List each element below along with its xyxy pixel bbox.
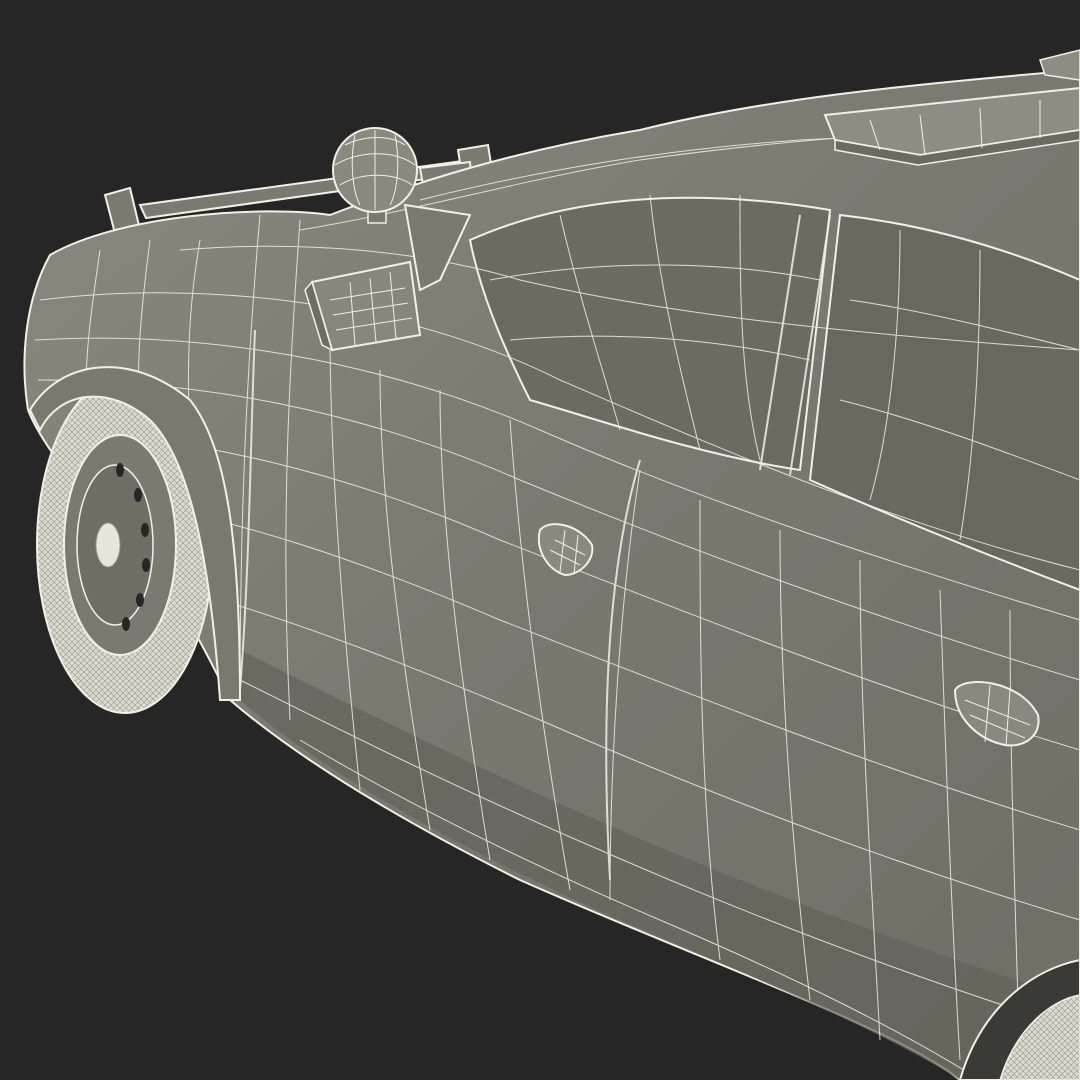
wireframe-car-render xyxy=(0,0,1080,1080)
render-viewport xyxy=(0,0,1080,1080)
